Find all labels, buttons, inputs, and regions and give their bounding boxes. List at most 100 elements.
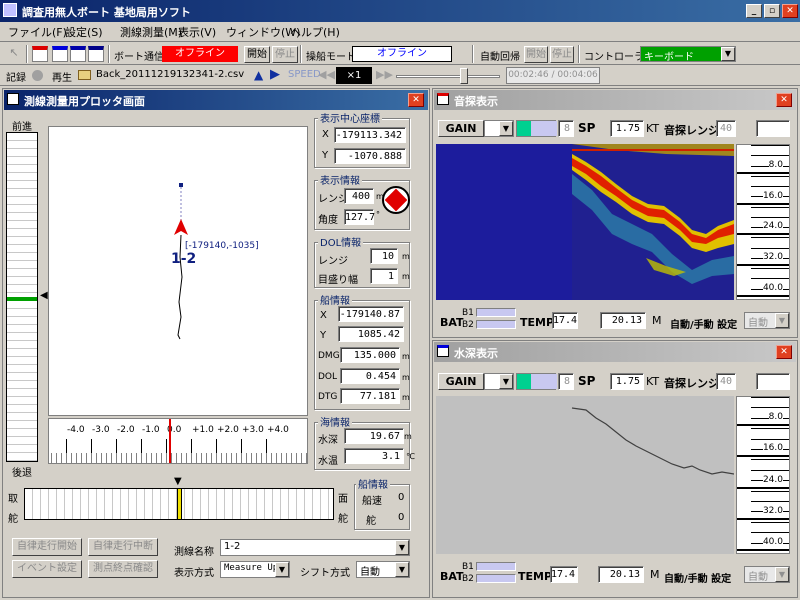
dol-scale-minor-tick <box>126 453 127 463</box>
boat-dol-unit: m <box>402 373 410 382</box>
forward-label: 前進 <box>12 122 32 133</box>
menu-survey[interactable]: 測線測量(M) <box>120 24 182 40</box>
display-angle-field[interactable]: 127.7 <box>344 209 375 225</box>
depth-gain-select[interactable]: ▼ <box>484 373 514 390</box>
fast-forward-icon[interactable]: ▶▶ <box>376 68 393 81</box>
boat-x-field: -179140.87 <box>338 306 404 322</box>
window-icon-1[interactable] <box>32 46 48 62</box>
chevron-down-icon[interactable]: ▼ <box>775 567 789 582</box>
boat-info-title: 船情報 <box>318 292 352 307</box>
comm-stop-button[interactable]: 停止 <box>272 46 298 63</box>
plotter-close-button[interactable]: ✕ <box>408 93 424 107</box>
dol-center-line <box>169 419 171 463</box>
sonar-gain-select[interactable]: ▼ <box>484 120 514 137</box>
menu-file[interactable]: ファイル(F) <box>8 24 67 40</box>
dol-scale-field[interactable]: 1 <box>370 268 398 284</box>
app-title: 調査用無人ボート 基地局用ソフト <box>22 6 191 19</box>
sonar-close-button[interactable]: ✕ <box>776 93 792 107</box>
sonar-mode-select[interactable]: 自動 ▼ <box>744 312 790 329</box>
compass-icon[interactable] <box>382 186 410 214</box>
sonar-depth-scale: 8.0 16.0 24.0 32.0 40.0 <box>736 144 790 300</box>
chevron-down-icon[interactable]: ▼ <box>721 47 735 61</box>
depth-scale-major-tick <box>737 295 789 297</box>
record-indicator-icon[interactable] <box>32 70 43 81</box>
controller-value: キーボード <box>644 52 694 63</box>
auto-return-stop-button[interactable]: 停止 <box>550 46 574 63</box>
dol-scale-minor-tick <box>266 453 267 463</box>
shift-mode-select[interactable]: 自動 ▼ <box>356 561 410 578</box>
chevron-down-icon[interactable]: ▼ <box>395 562 409 577</box>
chevron-down-icon[interactable]: ▼ <box>499 374 513 389</box>
window-icon-3[interactable] <box>70 46 86 62</box>
chevron-down-icon[interactable]: ▼ <box>275 562 289 577</box>
sonar-range-field[interactable]: 40 <box>716 120 736 137</box>
measure-end-button[interactable]: 測点終点確認 <box>88 560 158 578</box>
menu-help[interactable]: ヘルプ(H) <box>290 24 340 40</box>
center-y-field[interactable]: -1070.888 <box>334 148 406 164</box>
depth-scale-minor-tick <box>751 490 789 492</box>
depth-h2-label: B2 <box>462 574 474 584</box>
depth-range-field[interactable]: 40 <box>716 373 736 390</box>
display-info-title: 表示情報 <box>318 172 362 187</box>
close-button[interactable]: ✕ <box>782 4 798 18</box>
menu-settings[interactable]: 設定(S) <box>65 24 103 40</box>
chevron-down-icon[interactable]: ▼ <box>395 540 409 555</box>
boat-y-field: 1085.42 <box>338 326 404 342</box>
depth-scale-minor-tick <box>751 216 789 218</box>
speed-value: ×1 <box>336 67 372 84</box>
depth-b1-bar <box>476 562 516 571</box>
eject-icon[interactable]: ▲ <box>254 68 263 82</box>
window-icon-4[interactable] <box>88 46 104 62</box>
rewind-icon[interactable]: ◀◀ <box>318 68 335 81</box>
display-mode-select[interactable]: Measure Up ▼ <box>220 561 290 578</box>
center-coords-title: 表示中心座標 <box>318 110 382 125</box>
sonar-depth-unit: M <box>652 314 662 327</box>
line-name-select[interactable]: 1-2 ▼ <box>220 539 410 556</box>
play-icon[interactable]: ▶ <box>270 67 280 82</box>
dol-scale-minor-tick <box>156 453 157 463</box>
comm-start-button[interactable]: 開始 <box>244 46 270 63</box>
play-label: 再生 <box>52 73 72 84</box>
auto-start-button[interactable]: 自律走行開始 <box>12 538 82 556</box>
sonar-sp-field: 1.75 <box>610 120 644 137</box>
chevron-down-icon[interactable]: ▼ <box>499 121 513 136</box>
throttle-pointer-icon: ◀ <box>40 290 48 301</box>
depth-scale-label: 40.0 <box>762 283 783 293</box>
controller-select[interactable]: キーボード ▼ <box>640 46 736 63</box>
pointer-icon[interactable]: ↖ <box>6 46 22 62</box>
sonar-gain-value: 8 <box>558 120 574 137</box>
dol-scale-minor-tick <box>66 453 67 463</box>
dol-range-field[interactable]: 10 <box>370 248 398 264</box>
maximize-button[interactable]: ▫ <box>764 4 780 18</box>
window-icon-2[interactable] <box>52 46 68 62</box>
display-angle-unit: ° <box>376 210 380 219</box>
dol-scale-minor-tick <box>271 453 272 463</box>
minimize-button[interactable]: _ <box>746 4 762 18</box>
dol-info-title: DOL情報 <box>318 234 364 249</box>
chevron-down-icon[interactable]: ▼ <box>775 313 789 328</box>
waypoint-marker <box>179 183 183 187</box>
dol-scale-minor-tick <box>281 453 282 463</box>
dol-scale-minor-tick <box>246 453 247 463</box>
depth-range-extra-field[interactable] <box>756 373 790 390</box>
sonar-gain-button[interactable]: GAIN <box>438 120 484 137</box>
depth-gain-button[interactable]: GAIN <box>438 373 484 390</box>
event-button[interactable]: イベント設定 <box>12 560 82 578</box>
menu-view[interactable]: 表示(V) <box>178 24 216 40</box>
center-x-field[interactable]: -179113.342 <box>334 127 406 143</box>
display-range-field[interactable]: 400 <box>344 188 374 204</box>
rudder-bar[interactable] <box>24 488 334 520</box>
auto-return-start-button[interactable]: 開始 <box>524 46 548 63</box>
ship-info-title: 船情報 <box>356 476 390 491</box>
sonar-range-extra-field[interactable] <box>756 120 790 137</box>
plot-area[interactable]: 1-2 [-179140,-1035] <box>48 126 308 416</box>
boat-dmg-label: DMG <box>318 351 340 361</box>
seek-slider[interactable] <box>460 68 468 84</box>
depth-gain-value: 8 <box>558 373 574 390</box>
folder-icon[interactable] <box>78 70 91 80</box>
auto-stop-button[interactable]: 自律走行中断 <box>88 538 158 556</box>
depth-mode-select[interactable]: 自動 ▼ <box>744 566 790 583</box>
boat-dmg-unit: m <box>402 352 410 361</box>
throttle-bar[interactable] <box>6 132 38 462</box>
depth-close-button[interactable]: ✕ <box>776 345 792 359</box>
